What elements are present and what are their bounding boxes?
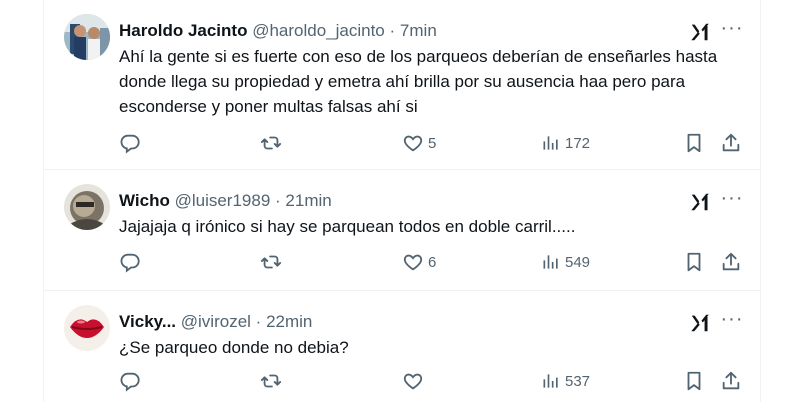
like-button[interactable]: 5 xyxy=(402,130,436,156)
reply-icon xyxy=(119,132,141,154)
avatar[interactable] xyxy=(64,184,110,230)
avatar[interactable] xyxy=(64,14,110,60)
action-bar: 537 xyxy=(44,368,760,394)
heart-icon xyxy=(402,251,424,273)
views-button[interactable]: 537 xyxy=(541,368,590,394)
tweet-header: Haroldo Jacinto @haroldo_jacinto · 7min xyxy=(119,20,760,42)
user-handle[interactable]: @haroldo_jacinto xyxy=(252,21,385,40)
grok-icon[interactable] xyxy=(689,312,711,334)
bookmark-icon xyxy=(683,370,705,392)
bookmark-button[interactable] xyxy=(683,130,705,156)
reply-icon xyxy=(119,370,141,392)
action-bar: 6 549 xyxy=(44,249,760,275)
tweet-text: Jajajaja q irónico si hay se parquean to… xyxy=(119,217,576,236)
bookmark-icon xyxy=(683,132,705,154)
share-icon xyxy=(720,251,742,273)
grok-icon[interactable] xyxy=(689,21,711,43)
tweet-item[interactable]: Wicho @luiser1989 · 21min ··· Jajajaja q… xyxy=(44,170,760,291)
tweet-item[interactable]: Vicky... @ivirozel · 22min ··· ¿Se parqu… xyxy=(44,291,760,402)
timestamp[interactable]: 22min xyxy=(266,312,312,331)
views-button[interactable]: 549 xyxy=(541,249,590,275)
views-count: 549 xyxy=(565,253,591,271)
views-button[interactable]: 172 xyxy=(541,130,590,156)
share-icon xyxy=(720,370,742,392)
retweet-button[interactable] xyxy=(260,130,282,156)
display-name[interactable]: Vicky... xyxy=(119,312,176,331)
like-button[interactable] xyxy=(402,368,428,394)
grok-icon[interactable] xyxy=(689,191,711,213)
more-icon[interactable]: ··· xyxy=(719,309,745,333)
share-button[interactable] xyxy=(720,130,742,156)
retweet-icon xyxy=(260,132,282,154)
views-icon xyxy=(541,371,561,391)
user-handle[interactable]: @ivirozel xyxy=(181,312,251,331)
tweet-header: Vicky... @ivirozel · 22min xyxy=(119,311,760,333)
user-handle[interactable]: @luiser1989 xyxy=(175,191,271,210)
heart-icon xyxy=(402,132,424,154)
tweet-text: ¿Se parqueo donde no debia? xyxy=(119,338,349,357)
like-count: 6 xyxy=(428,253,437,271)
display-name[interactable]: Haroldo Jacinto xyxy=(119,21,247,40)
avatar[interactable] xyxy=(64,305,110,351)
tweet-header: Wicho @luiser1989 · 21min xyxy=(119,190,760,212)
bookmark-icon xyxy=(683,251,705,273)
timestamp[interactable]: 21min xyxy=(285,191,331,210)
reply-button[interactable] xyxy=(119,249,141,275)
share-icon xyxy=(720,132,742,154)
views-count: 537 xyxy=(565,372,591,390)
separator-dot: · xyxy=(275,191,281,210)
retweet-icon xyxy=(260,370,282,392)
bookmark-button[interactable] xyxy=(683,249,705,275)
heart-icon xyxy=(402,370,424,392)
reply-thread: Haroldo Jacinto @haroldo_jacinto · 7min … xyxy=(43,0,761,402)
like-button[interactable]: 6 xyxy=(402,249,436,275)
separator-dot: · xyxy=(389,21,396,40)
retweet-button[interactable] xyxy=(260,249,282,275)
retweet-button[interactable] xyxy=(260,368,282,394)
views-count: 172 xyxy=(565,134,591,152)
share-button[interactable] xyxy=(720,368,742,394)
share-button[interactable] xyxy=(720,249,742,275)
retweet-icon xyxy=(260,251,282,273)
bookmark-button[interactable] xyxy=(683,368,705,394)
display-name[interactable]: Wicho xyxy=(119,191,170,210)
reply-button[interactable] xyxy=(119,368,141,394)
separator-dot: · xyxy=(255,312,262,331)
views-icon xyxy=(541,252,561,272)
like-count: 5 xyxy=(428,134,437,152)
reply-icon xyxy=(119,251,141,273)
views-icon xyxy=(541,133,561,153)
tweet-text: Ahí la gente si es fuerte con eso de los… xyxy=(119,47,718,116)
action-bar: 5 172 xyxy=(44,130,760,156)
tweet-item[interactable]: Haroldo Jacinto @haroldo_jacinto · 7min … xyxy=(44,0,760,170)
more-icon[interactable]: ··· xyxy=(719,188,745,212)
reply-button[interactable] xyxy=(119,130,141,156)
timestamp[interactable]: 7min xyxy=(400,21,437,40)
more-icon[interactable]: ··· xyxy=(719,18,745,42)
